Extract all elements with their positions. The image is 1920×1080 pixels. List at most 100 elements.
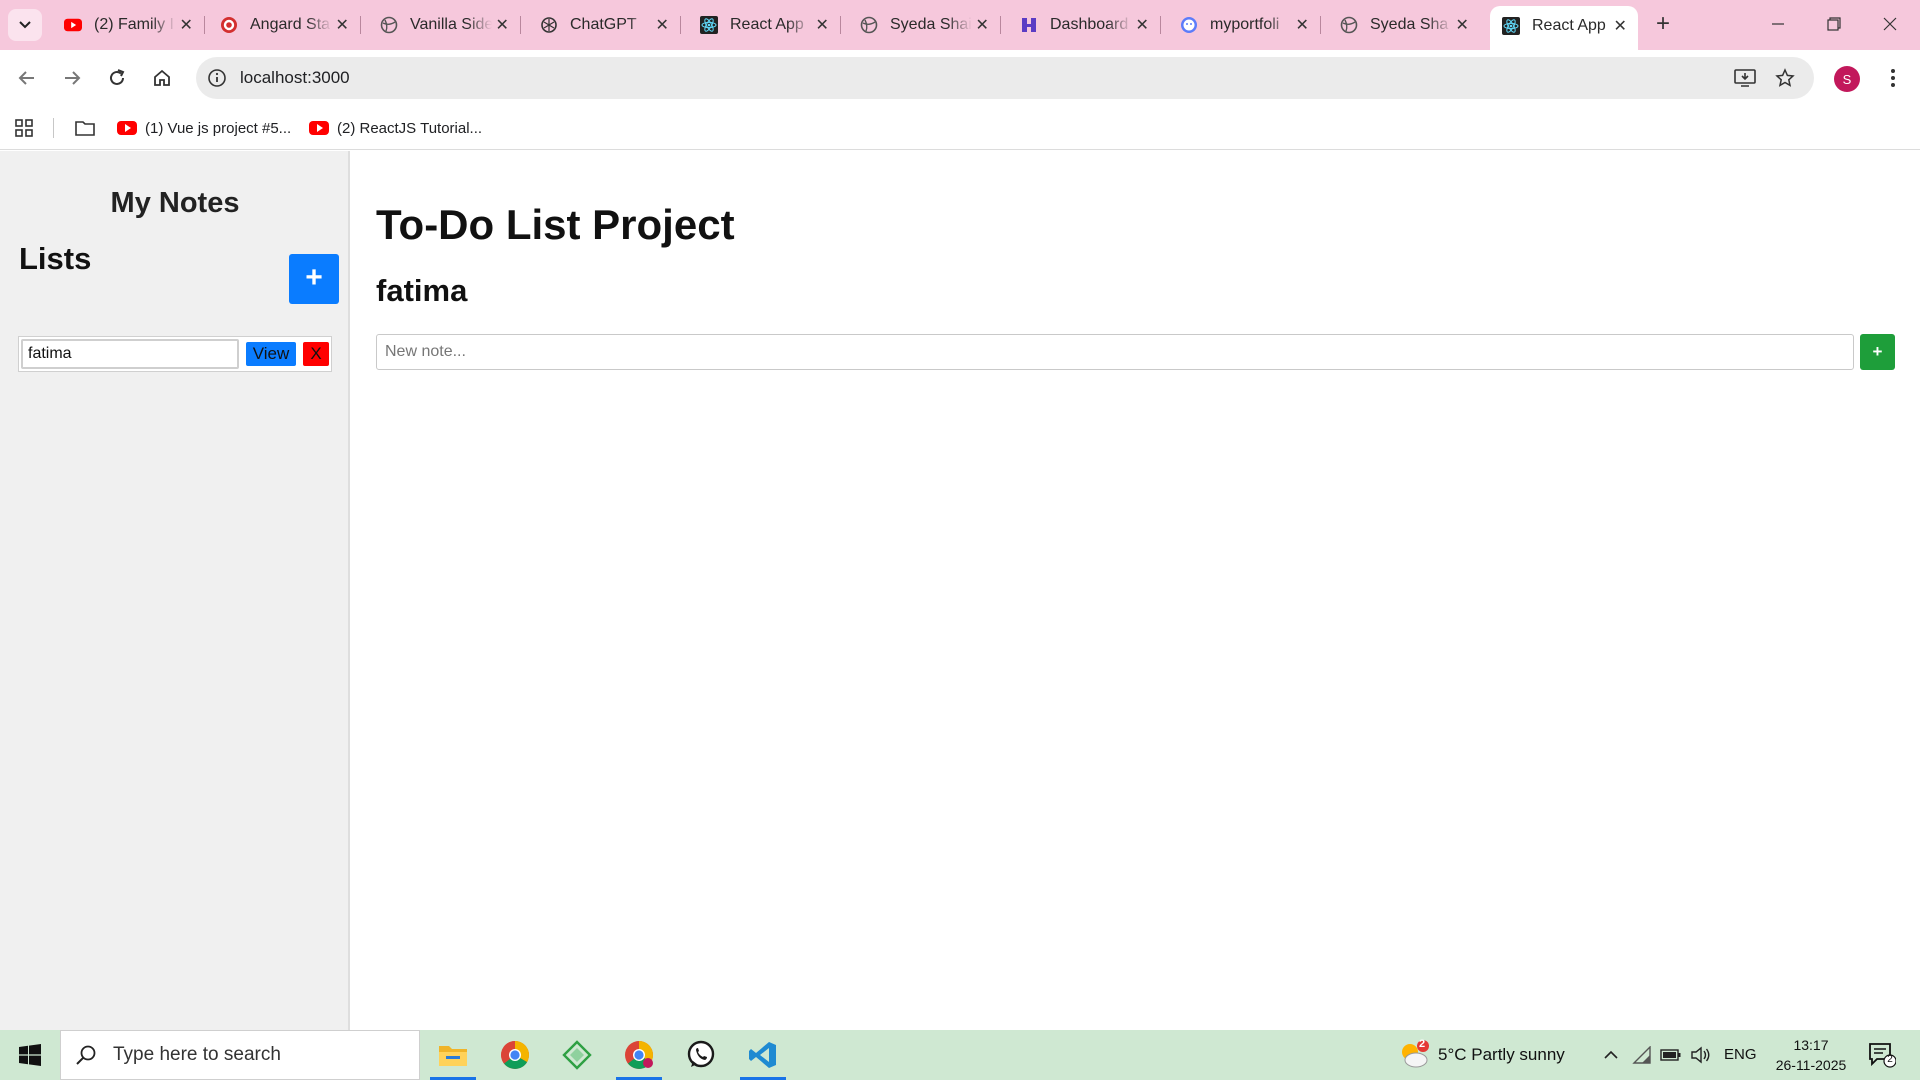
tab-title: React App: [1532, 17, 1606, 34]
whatsapp-icon: [687, 1040, 715, 1068]
delete-list-button[interactable]: X: [303, 342, 329, 366]
weather-badge: 2: [1418, 1038, 1426, 1050]
close-window-button[interactable]: [1862, 0, 1918, 48]
tab-title: Syeda Sha: [1370, 16, 1449, 33]
tab-title: Dashboard: [1050, 16, 1129, 33]
browser-tab[interactable]: React App ✕: [688, 8, 841, 42]
notification-count: 2: [1887, 1054, 1893, 1065]
new-tab-button[interactable]: +: [1650, 12, 1676, 38]
forward-button[interactable]: [55, 61, 89, 95]
tab-title: (2) Family I: [94, 16, 174, 33]
browser-tab[interactable]: Dashboard ✕: [1008, 8, 1161, 42]
start-button[interactable]: [0, 1030, 60, 1080]
tab-separator: [360, 16, 361, 34]
close-tab-icon[interactable]: ✕: [492, 15, 512, 35]
weather-text[interactable]: 5°C Partly sunny: [1438, 1045, 1565, 1065]
reload-icon: [110, 69, 125, 85]
notifications-button[interactable]: 2: [1868, 1042, 1897, 1068]
bookmark-item[interactable]: (1) Vue js project #5...: [117, 116, 291, 140]
diamond-app-icon: [562, 1040, 592, 1070]
close-tab-icon[interactable]: ✕: [176, 15, 196, 35]
more-vertical-icon: [1891, 69, 1895, 87]
site-info-icon[interactable]: [206, 67, 228, 89]
system-clock[interactable]: 13:17 26-11-2025: [1766, 1035, 1856, 1075]
chevron-down-icon: [19, 21, 31, 29]
file-explorer-app[interactable]: [424, 1030, 482, 1080]
chrome-icon: [501, 1041, 529, 1069]
view-list-button[interactable]: View: [246, 342, 296, 366]
browser-tab[interactable]: (2) Family I ✕: [52, 8, 205, 42]
globe-icon: [1340, 16, 1358, 34]
current-list-title: fatima: [376, 273, 468, 308]
install-icon: [1734, 69, 1756, 87]
tab-separator: [1000, 16, 1001, 34]
tab-separator: [1320, 16, 1321, 34]
list-name-input[interactable]: fatima: [21, 339, 239, 369]
back-button[interactable]: [10, 61, 44, 95]
chrome-app[interactable]: [486, 1030, 544, 1080]
browser-tab[interactable]: myportfoli ✕: [1168, 8, 1321, 42]
arrow-right-icon: [65, 71, 81, 85]
folder-icon[interactable]: [73, 116, 97, 140]
add-note-button[interactable]: +: [1860, 334, 1895, 370]
browser-tab[interactable]: Syeda Sha ✕: [1328, 8, 1480, 42]
bookmark-star-button[interactable]: [1768, 61, 1802, 95]
close-tab-icon[interactable]: ✕: [652, 15, 672, 35]
tab-search-button[interactable]: [8, 9, 42, 41]
url-text: localhost:3000: [240, 68, 350, 87]
browser-tab-active[interactable]: React App ✕: [1490, 6, 1638, 50]
tab-separator: [204, 16, 205, 34]
vscode-app[interactable]: [734, 1030, 792, 1080]
bookmark-item[interactable]: (2) ReactJS Tutorial...: [309, 116, 482, 140]
browser-tab[interactable]: Vanilla Side ✕: [368, 8, 521, 42]
add-list-button[interactable]: +: [289, 254, 339, 304]
minimize-icon: [1772, 23, 1784, 25]
network-icon[interactable]: [1632, 1046, 1652, 1064]
tab-title: Syeda Shai: [890, 16, 972, 33]
tab-separator: [520, 16, 521, 34]
lists-heading: Lists: [19, 241, 92, 276]
portfolio-icon: [1180, 16, 1198, 34]
browser-tab[interactable]: ChatGPT ✕: [528, 8, 681, 42]
volume-icon[interactable]: [1690, 1046, 1712, 1064]
close-icon: [1883, 17, 1897, 31]
close-tab-icon[interactable]: ✕: [1132, 15, 1152, 35]
address-bar[interactable]: localhost:3000: [196, 57, 1814, 99]
close-tab-icon[interactable]: ✕: [1452, 15, 1472, 35]
browser-menu-button[interactable]: [1878, 61, 1908, 95]
close-tab-icon[interactable]: ✕: [1292, 15, 1312, 35]
whatsapp-app[interactable]: [672, 1030, 730, 1080]
globe-icon: [860, 16, 878, 34]
chevron-up-icon[interactable]: [1603, 1048, 1619, 1062]
home-button[interactable]: [145, 61, 179, 95]
apps-grid-icon[interactable]: [12, 116, 36, 140]
new-note-input[interactable]: [376, 334, 1854, 370]
tab-title: myportfoli: [1210, 16, 1280, 33]
restore-icon: [1827, 17, 1841, 31]
profile-avatar[interactable]: S: [1834, 66, 1860, 92]
reload-button[interactable]: [100, 61, 134, 95]
main-content: To-Do List Project fatima +: [352, 151, 1920, 1030]
tab-separator: [1160, 16, 1161, 34]
taskbar-search[interactable]: Type here to search: [60, 1030, 420, 1080]
restore-button[interactable]: [1806, 0, 1862, 48]
browser-tab[interactable]: Angard Sta ✕: [208, 8, 361, 42]
folder-icon: [439, 1046, 467, 1066]
react-icon: [1502, 17, 1520, 35]
language-indicator[interactable]: ENG: [1724, 1046, 1757, 1063]
dev-tool-app[interactable]: [548, 1030, 606, 1080]
battery-icon[interactable]: [1660, 1048, 1682, 1062]
minimize-button[interactable]: [1750, 0, 1806, 48]
install-app-button[interactable]: [1728, 61, 1762, 95]
youtube-icon: [117, 121, 137, 135]
windows-logo-icon: [19, 1044, 41, 1066]
close-tab-icon[interactable]: ✕: [972, 15, 992, 35]
chrome-profile-app[interactable]: [610, 1030, 668, 1080]
close-tab-icon[interactable]: ✕: [1610, 16, 1630, 36]
clock-date: 26-11-2025: [1775, 1057, 1847, 1073]
close-tab-icon[interactable]: ✕: [332, 15, 352, 35]
home-icon: [154, 69, 170, 86]
chrome-icon: [625, 1041, 653, 1069]
browser-tab[interactable]: Syeda Shai ✕: [848, 8, 1001, 42]
close-tab-icon[interactable]: ✕: [812, 15, 832, 35]
